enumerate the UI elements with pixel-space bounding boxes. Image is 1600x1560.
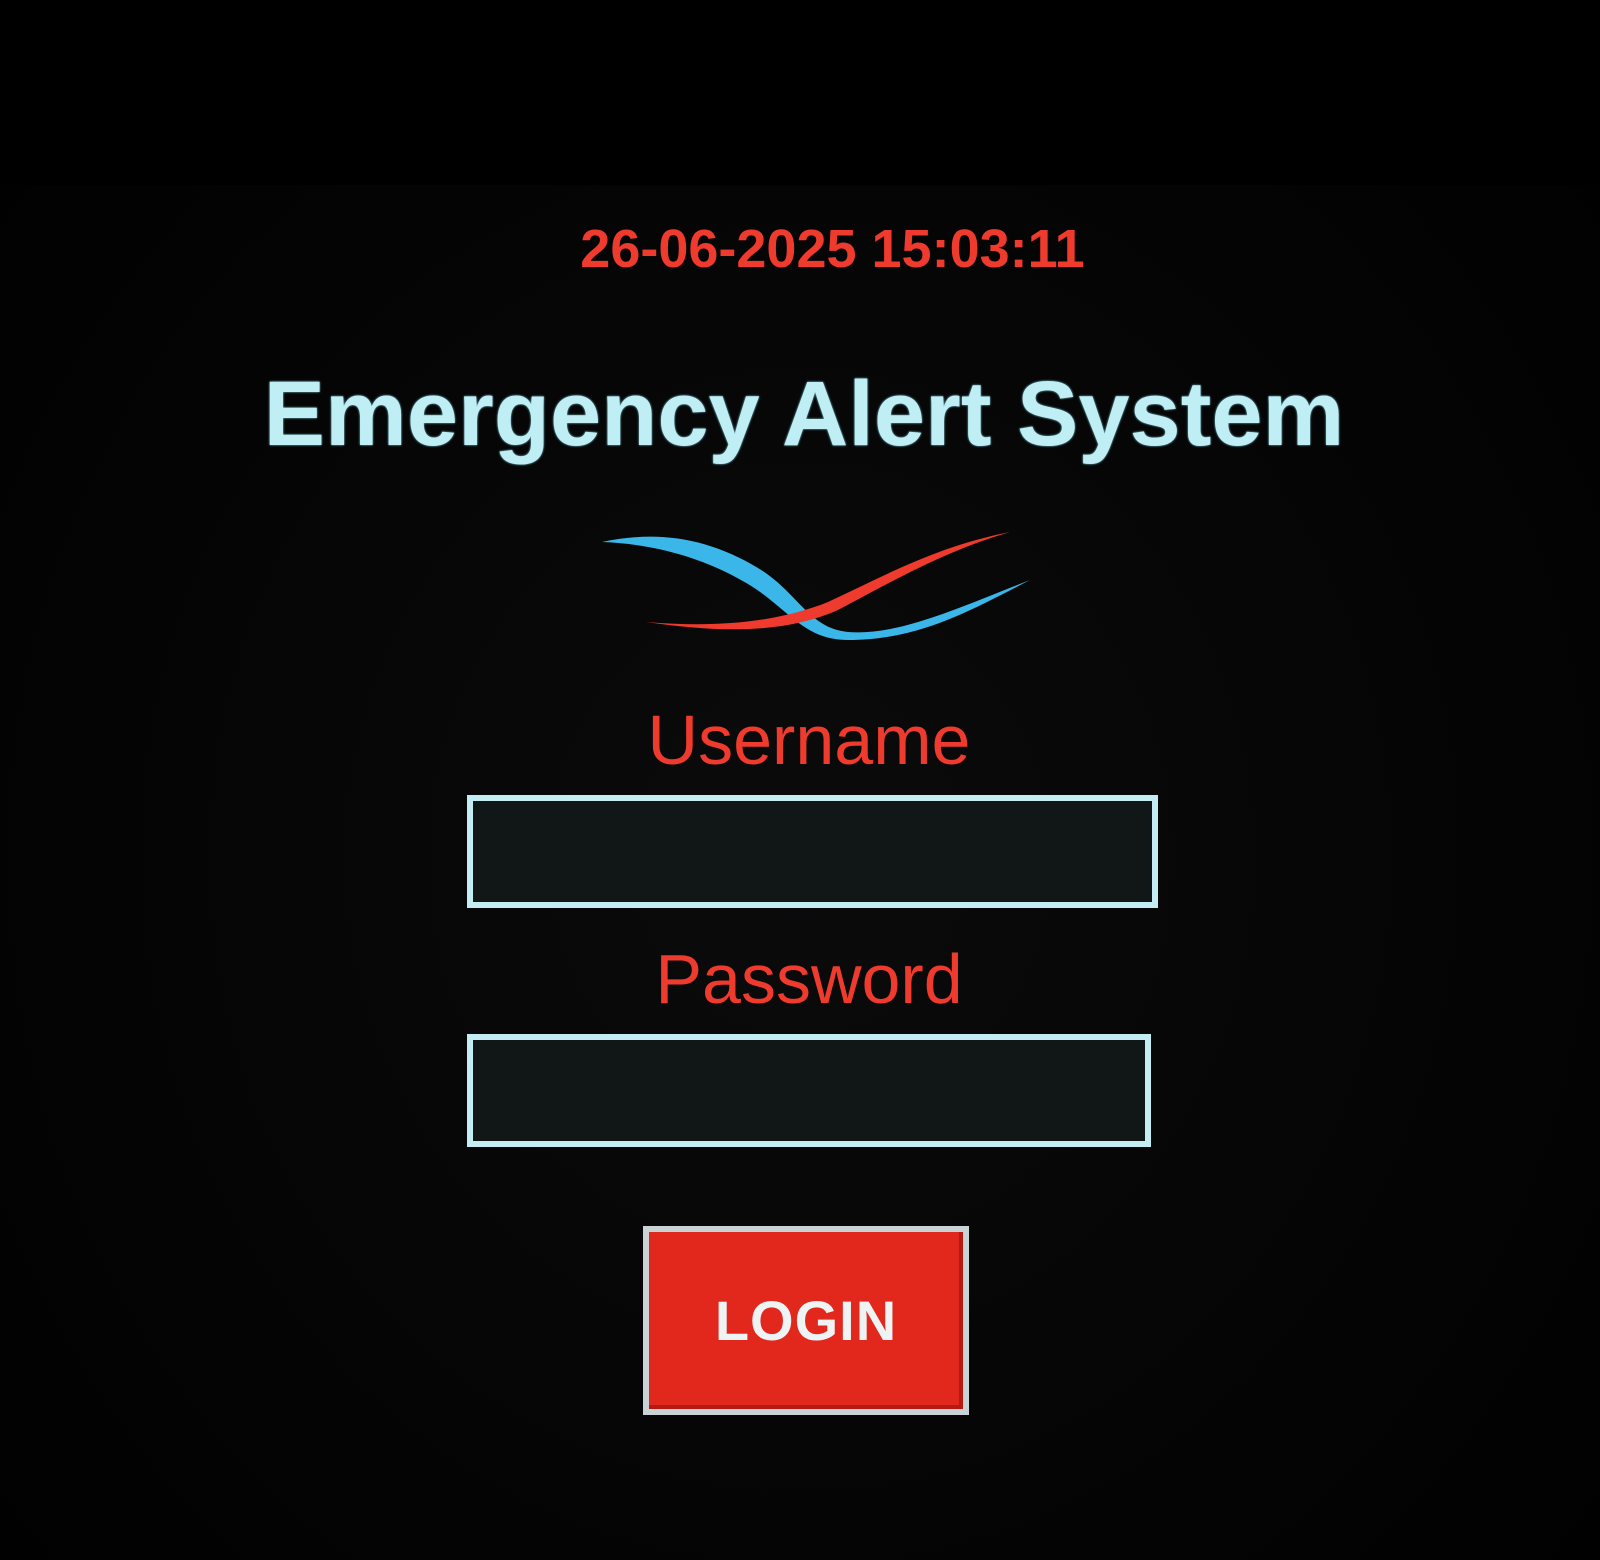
username-label: Username bbox=[647, 701, 971, 779]
crossed-waves-logo-icon bbox=[602, 532, 1030, 640]
page-title: Emergency Alert System bbox=[263, 363, 1345, 465]
top-black-band bbox=[0, 0, 1600, 185]
password-label: Password bbox=[655, 940, 963, 1018]
login-screen: 26-06-2025 15:03:11 Emergency Alert Syst… bbox=[0, 0, 1600, 1560]
password-input[interactable] bbox=[467, 1034, 1151, 1147]
login-button[interactable]: LOGIN bbox=[643, 1226, 969, 1415]
username-input[interactable] bbox=[467, 795, 1158, 908]
datetime-display: 26-06-2025 15:03:11 bbox=[580, 219, 1085, 279]
